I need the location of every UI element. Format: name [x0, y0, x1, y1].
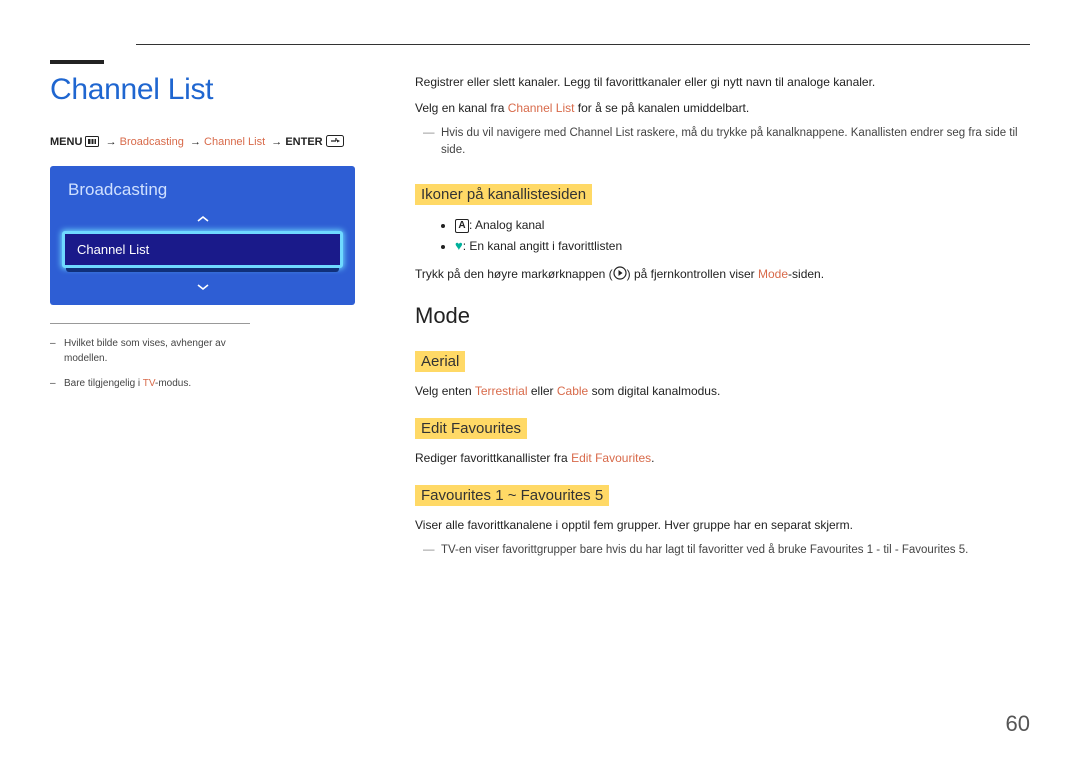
- aerial-p-post: som digital kanalmodus.: [588, 384, 720, 398]
- breadcrumb: MENU → Broadcasting → Channel List → ENT…: [50, 135, 355, 152]
- right-column: Registrer eller slett kanaler. Legg til …: [415, 73, 1030, 573]
- breadcrumb-broadcasting: Broadcasting: [120, 136, 184, 148]
- aerial-para: Velg enten Terrestrial eller Cable som d…: [415, 382, 1030, 400]
- left-column: Channel List MENU → Broadcasting → Chann…: [50, 73, 355, 573]
- note-model: Hvilket bilde som vises, avhenger av mod…: [50, 336, 250, 366]
- note-tv-mode: Bare tilgjengelig i TV-modus.: [50, 376, 250, 391]
- note-tv-coral: TV: [143, 378, 155, 389]
- fav15-dash-post: .: [965, 544, 968, 556]
- intro-dash-note: Hvis du vil navigere med Channel List ra…: [415, 125, 1030, 160]
- edit-fav-para: Rediger favorittkanallister fra Edit Fav…: [415, 449, 1030, 467]
- aerial-p-mid: eller: [528, 384, 557, 398]
- icons-para: Trykk på den høyre markørknappen ( ) på f…: [415, 265, 1030, 285]
- page-title: Channel List: [50, 73, 355, 107]
- icons-p-link: Mode: [758, 267, 788, 281]
- breadcrumb-channel-list: Channel List: [204, 136, 265, 148]
- aerial-l1: Terrestrial: [475, 384, 528, 398]
- fav15-dash-mid: - til -: [873, 544, 902, 556]
- breadcrumb-menu: MENU: [50, 136, 82, 148]
- page: Channel List MENU → Broadcasting → Chann…: [0, 0, 1080, 763]
- intro-p2-post: for å se på kanalen umiddelbart.: [574, 101, 749, 115]
- fav15-para: Viser alle favorittkanalene i opptil fem…: [415, 516, 1030, 534]
- enter-icon: [326, 135, 344, 152]
- intro-p2-pre: Velg en kanal fra: [415, 101, 508, 115]
- editfav-p-pre: Rediger favorittkanallister fra: [415, 451, 571, 465]
- intro-p2-link: Channel List: [508, 101, 575, 115]
- fav15-dash-pre: TV-en viser favorittgrupper bare hvis du…: [441, 544, 810, 556]
- heading-edit-favourites: Edit Favourites: [415, 418, 527, 439]
- header-rule: [136, 44, 1030, 45]
- fav15-dash-note: TV-en viser favorittgrupper bare hvis du…: [415, 542, 1030, 559]
- heading-aerial: Aerial: [415, 351, 465, 372]
- chevron-up-icon[interactable]: [58, 210, 347, 231]
- heading-mode: Mode: [415, 303, 1030, 329]
- icons-p-end: -siden.: [788, 267, 824, 281]
- aerial-l2: Cable: [557, 384, 588, 398]
- intro-para-2: Velg en kanal fra Channel List for å se …: [415, 99, 1030, 117]
- menu-icon: [85, 136, 99, 152]
- editfav-link: Edit Favourites: [571, 451, 651, 465]
- heading-favourites-1-5: Favourites 1 ~ Favourites 5: [415, 485, 609, 506]
- content-columns: Channel List MENU → Broadcasting → Chann…: [50, 73, 1030, 573]
- intro-dash-link: Channel List: [569, 127, 633, 139]
- boxed-a-icon: A: [455, 219, 469, 233]
- tv-menu-panel: Broadcasting Channel List: [50, 166, 355, 305]
- note-tv-pre: Bare tilgjengelig i: [64, 378, 143, 389]
- editfav-p-post: .: [651, 451, 654, 465]
- aerial-p-pre: Velg enten: [415, 384, 475, 398]
- icons-p-pre: Trykk på den høyre markørknappen (: [415, 267, 613, 281]
- icons-bullets: A: Analog kanal ♥: En kanal angitt i fav…: [415, 215, 1030, 257]
- tv-panel-header: Broadcasting: [58, 174, 347, 210]
- note-tv-post: -modus.: [155, 378, 191, 389]
- fav15-l2: Favourites 5: [902, 544, 965, 556]
- heading-icons: Ikoner på kanallistesiden: [415, 184, 592, 205]
- tv-menu-item-selected[interactable]: Channel List: [62, 231, 343, 268]
- bullet-favourite-text: : En kanal angitt i favorittlisten: [463, 239, 622, 253]
- heart-icon: ♥: [455, 238, 463, 253]
- breadcrumb-enter: ENTER: [285, 136, 322, 148]
- left-notes: Hvilket bilde som vises, avhenger av mod…: [50, 323, 250, 391]
- bullet-favourite: ♥: En kanal angitt i favorittlisten: [455, 235, 1030, 257]
- intro-para-1: Registrer eller slett kanaler. Legg til …: [415, 73, 1030, 91]
- intro-dash-pre: Hvis du vil navigere med: [441, 127, 569, 139]
- page-number: 60: [1006, 711, 1030, 737]
- right-arrow-icon: [613, 266, 627, 285]
- header-accent-bar: [50, 60, 104, 64]
- fav15-l1: Favourites 1: [810, 544, 873, 556]
- icons-p-post: ) på fjernkontrollen viser: [627, 267, 758, 281]
- bullet-analog: A: Analog kanal: [455, 215, 1030, 235]
- chevron-down-icon[interactable]: [58, 272, 347, 297]
- bullet-analog-text: : Analog kanal: [469, 218, 544, 232]
